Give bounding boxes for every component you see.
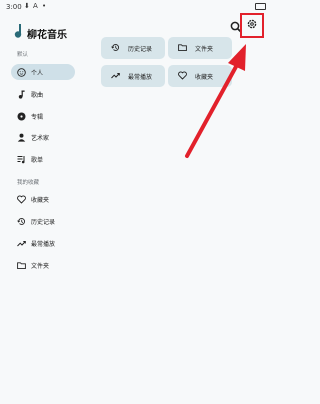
sidebar-item-personal[interactable]: 个人 bbox=[11, 64, 75, 80]
sidebar-item-label: 歌曲 bbox=[31, 92, 44, 99]
card-favorites[interactable]: 收藏夹 bbox=[168, 65, 232, 87]
dot-icon: • bbox=[42, 2, 47, 10]
sidebar-item-label: 历史记录 bbox=[31, 219, 56, 226]
text-icon: A bbox=[33, 2, 38, 10]
sidebar-item-label: 个人 bbox=[31, 70, 44, 77]
heart-icon bbox=[178, 71, 187, 80]
sidebar-item-label: 艺术家 bbox=[31, 135, 50, 142]
sidebar-item-label: 收藏夹 bbox=[31, 197, 50, 204]
face-icon bbox=[17, 68, 26, 77]
status-time: 3:00 bbox=[6, 3, 22, 11]
history-icon bbox=[17, 218, 26, 225]
trending-icon bbox=[111, 73, 120, 79]
sidebar-item-label: 最常播放 bbox=[31, 241, 56, 248]
card-label: 文件夹 bbox=[195, 46, 214, 53]
trending-icon bbox=[17, 241, 26, 247]
card-label: 收藏夹 bbox=[195, 74, 214, 81]
folder-icon bbox=[17, 262, 26, 270]
sidebar-item-label: 专辑 bbox=[31, 114, 44, 121]
download-icon: ⬇ bbox=[24, 2, 30, 10]
playlist-icon bbox=[17, 156, 25, 164]
music-note-icon bbox=[18, 90, 25, 99]
sidebar-item-songs[interactable]: 歌曲 bbox=[11, 86, 75, 102]
status-bar: 3:00 ⬇ A • bbox=[0, 0, 270, 14]
card-folders[interactable]: 文件夹 bbox=[168, 37, 232, 59]
heart-icon bbox=[17, 195, 26, 204]
section-label-default: 默认 bbox=[17, 52, 29, 58]
sidebar-item-most-played[interactable]: 最常播放 bbox=[11, 235, 75, 251]
sidebar-item-folders[interactable]: 文件夹 bbox=[11, 257, 75, 273]
section-label-my-library: 我的收藏 bbox=[17, 180, 40, 186]
app-title: 柳花音乐 bbox=[27, 30, 67, 41]
sidebar-item-label: 文件夹 bbox=[31, 263, 50, 270]
sidebar-item-history[interactable]: 历史记录 bbox=[11, 213, 75, 229]
card-history[interactable]: 历史记录 bbox=[101, 37, 165, 59]
sidebar-item-favorites[interactable]: 收藏夹 bbox=[11, 191, 75, 207]
battery-icon bbox=[255, 3, 266, 10]
history-icon bbox=[111, 44, 120, 51]
sidebar-item-label: 歌单 bbox=[31, 157, 44, 164]
card-label: 最常播放 bbox=[128, 74, 153, 81]
card-label: 历史记录 bbox=[128, 46, 153, 53]
settings-highlight-box bbox=[240, 13, 264, 38]
sidebar-item-albums[interactable]: 专辑 bbox=[11, 108, 75, 124]
app-logo-icon bbox=[14, 24, 22, 38]
album-icon bbox=[17, 112, 26, 121]
card-most-played[interactable]: 最常播放 bbox=[101, 65, 165, 87]
sidebar-item-artists[interactable]: 艺术家 bbox=[11, 129, 75, 145]
folder-icon bbox=[178, 44, 187, 52]
sidebar-item-playlists[interactable]: 歌单 bbox=[11, 151, 75, 167]
person-icon bbox=[17, 133, 26, 142]
